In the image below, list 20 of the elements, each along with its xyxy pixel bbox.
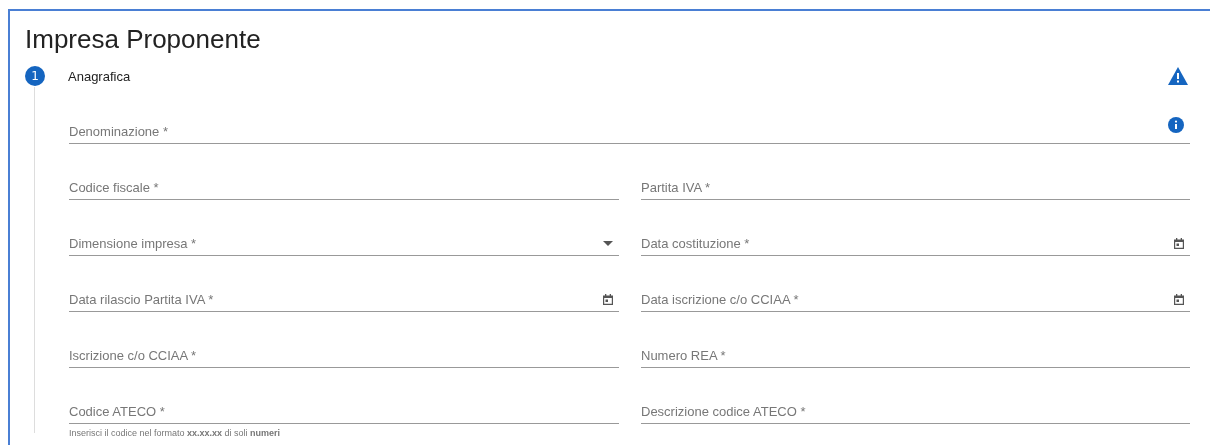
section-title: Impresa Proponente	[25, 23, 262, 55]
input-field[interactable]: Denominazione *	[69, 119, 1190, 144]
input-field[interactable]: Data rilascio Partita IVA *	[69, 287, 619, 312]
info-icon[interactable]	[1168, 117, 1184, 133]
input-field[interactable]: Data costituzione *	[641, 231, 1190, 256]
caret-icon	[603, 240, 613, 246]
input-field[interactable]: Dimensione impresa *	[69, 231, 619, 256]
input-field[interactable]: Descrizione codice ATECO *	[641, 399, 1190, 424]
helper-text: Inserisci il codice nel formato xx.xx.xx di soli numeri	[69, 428, 282, 438]
input-field[interactable]: Iscrizione c/o CCIAA *	[69, 343, 619, 368]
calendar-icon	[1174, 293, 1184, 305]
input-field[interactable]: Partita IVA *	[641, 175, 1190, 200]
step-number: 1	[25, 66, 45, 86]
input-field[interactable]: Codice fiscale *	[69, 175, 619, 200]
calendar-icon	[1174, 237, 1184, 249]
calendar-icon	[603, 293, 613, 305]
input-field[interactable]: Numero REA *	[641, 343, 1190, 368]
step-label: Anagrafica	[68, 68, 131, 84]
input-field[interactable]: Data iscrizione c/o CCIAA *	[641, 287, 1190, 312]
input-field[interactable]: Codice ATECO *	[69, 399, 619, 424]
